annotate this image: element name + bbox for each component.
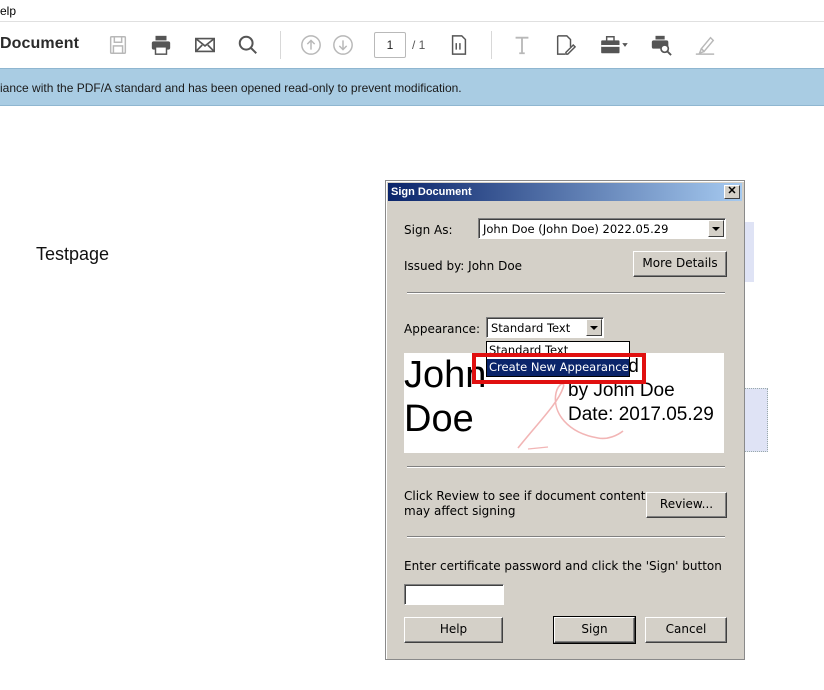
dialog-title: Sign Document — [391, 186, 472, 198]
divider — [407, 536, 725, 538]
page-number-input[interactable]: 1 — [374, 32, 406, 58]
review-hint-line: may affect signing — [404, 504, 516, 518]
sign-document-dialog: Sign Document ✕ Sign As: John Doe (John … — [385, 180, 745, 660]
sign-as-select[interactable]: John Doe (John Doe) 2022.05.29 — [478, 218, 726, 239]
divider — [407, 466, 725, 468]
print-preview-icon[interactable] — [649, 33, 673, 57]
appearance-select[interactable]: Standard Text — [486, 317, 604, 338]
page-total: / 1 — [412, 38, 426, 52]
sign-pen-icon[interactable] — [693, 33, 717, 57]
preview-name-line: Doe — [404, 398, 474, 440]
close-icon[interactable]: ✕ — [724, 185, 740, 199]
menu-bar: elp — [0, 0, 824, 22]
document-text: Testpage — [36, 244, 110, 264]
preview-detail-line: Date: 2017.05.29 — [568, 404, 714, 425]
previous-page-icon[interactable] — [299, 33, 323, 57]
password-input[interactable] — [404, 584, 504, 605]
next-page-icon[interactable] — [331, 33, 355, 57]
cancel-button[interactable]: Cancel — [645, 617, 727, 643]
chevron-down-icon[interactable] — [586, 319, 602, 336]
review-button[interactable]: Review... — [646, 492, 727, 518]
pdfa-info-bar: iance with the PDF/A standard and has be… — [0, 68, 824, 106]
fit-page-icon[interactable] — [447, 33, 471, 57]
email-icon[interactable] — [193, 33, 217, 57]
sign-as-value: John Doe (John Doe) 2022.05.29 — [483, 222, 669, 236]
toolbar-divider — [491, 31, 492, 59]
print-icon[interactable] — [149, 33, 173, 57]
password-label: Enter certificate password and click the… — [404, 559, 722, 573]
review-hint-line: Click Review to see if document content — [404, 489, 646, 503]
issued-by-text: Issued by: John Doe — [404, 259, 523, 273]
info-message: iance with the PDF/A standard and has be… — [0, 81, 462, 95]
annotation-highlight-box — [472, 353, 646, 384]
help-button[interactable]: Help — [404, 617, 503, 643]
toolbar: Document 1 / 1 — [0, 22, 824, 68]
menu-help[interactable]: elp — [0, 4, 16, 18]
toolbar-divider — [280, 31, 281, 59]
chevron-down-icon[interactable] — [708, 220, 724, 237]
tools-icon[interactable] — [597, 33, 631, 57]
more-details-button[interactable]: More Details — [633, 251, 727, 277]
signature-field-placed[interactable] — [744, 388, 768, 452]
text-tool-icon[interactable] — [510, 33, 534, 57]
review-hint: Click Review to see if document content … — [404, 489, 645, 519]
sign-button[interactable]: Sign — [553, 616, 636, 644]
divider — [407, 292, 725, 294]
dialog-title-bar[interactable]: Sign Document ✕ — [388, 183, 742, 201]
sign-as-label: Sign As: — [404, 223, 453, 237]
appearance-label: Appearance: — [404, 322, 481, 336]
save-icon[interactable] — [106, 33, 130, 57]
search-icon[interactable] — [236, 33, 260, 57]
edit-document-icon[interactable] — [553, 33, 577, 57]
tab-document[interactable]: Document — [0, 35, 79, 53]
appearance-value: Standard Text — [491, 321, 571, 335]
